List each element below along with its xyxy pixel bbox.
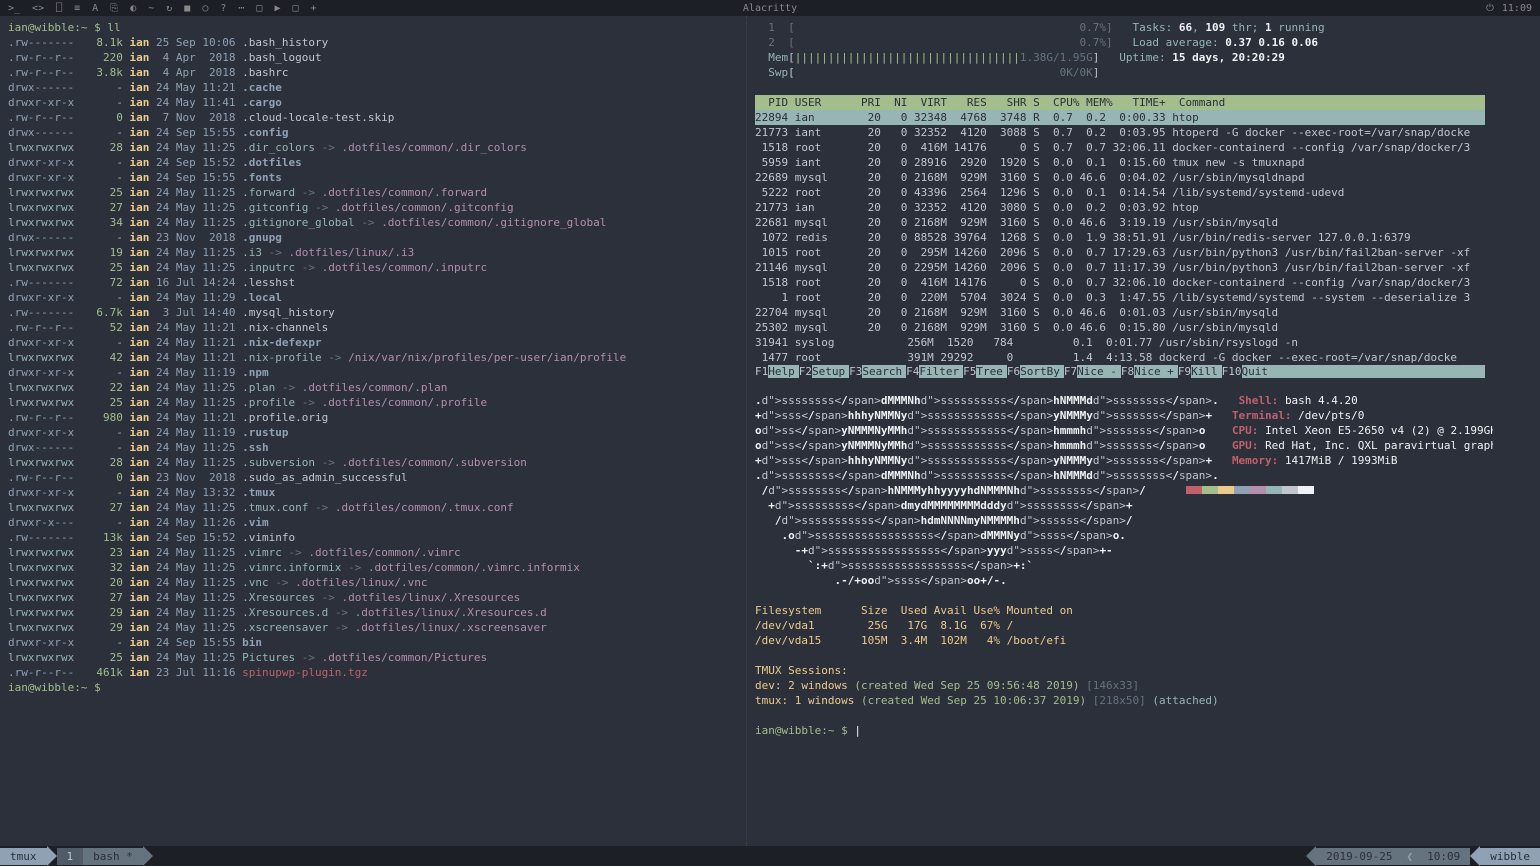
icon[interactable]: A [92, 3, 98, 14]
icon[interactable]: >_ [8, 3, 20, 14]
htop-fkeys[interactable]: F1Help F2SetupF3SearchF4FilterF5Tree F6S… [755, 365, 1485, 378]
icon[interactable]: ↻ [166, 3, 172, 14]
icon[interactable]: ~ [148, 3, 154, 14]
prompt[interactable]: ian@wibble:~ $ [755, 724, 854, 737]
df-header: Filesystem Size Used Avail Use% Mounted … [755, 603, 1485, 618]
tmux-sessions: dev: 2 windows (created Wed Sep 25 09:56… [755, 678, 1485, 708]
htop-swap: Swp[ 0K/0K] [755, 65, 1485, 80]
icon[interactable]: ○ [202, 3, 208, 14]
icon[interactable]: ▶ [274, 3, 280, 14]
icon[interactable]: ≡ [74, 3, 80, 14]
icon[interactable]: □ [292, 3, 298, 14]
htop-cpu1: 1 [ 0.7%] Tasks: 66, 109 thr; 1 running [755, 20, 1485, 35]
icon[interactable]: ■ [184, 3, 190, 14]
icon[interactable]: ⎕ [56, 3, 62, 14]
htop-process-list: 22894 ian 20 0 32348 4768 3748 R 0.7 0.2… [755, 110, 1485, 365]
clock: 11:09 [1502, 3, 1532, 14]
taskbar: >_ <> ⎕ ≡ A ⎘ ◐ ~ ↻ ■ ○ ? ⋯ □ ▶ □ + Alac… [0, 0, 1540, 16]
tmux-window-index[interactable]: 1 [57, 848, 84, 865]
icon[interactable]: + [311, 3, 317, 14]
prompt: ian@wibble:~ $ ll [8, 21, 121, 34]
terminal-pane-right[interactable]: 1 [ 0.7%] Tasks: 66, 109 thr; 1 running … [746, 16, 1493, 846]
tmux-window-name[interactable]: bash * [83, 848, 143, 865]
tmux-header: TMUX Sessions: [755, 663, 1485, 678]
icon[interactable]: <> [32, 3, 44, 14]
htop-cpu2: 2 [ 0.7%] Load average: 0.37 0.16 0.06 [755, 35, 1485, 50]
icon[interactable]: □ [256, 3, 262, 14]
tmux-date: 2019-09-25 [1316, 848, 1402, 865]
tmux-session-name[interactable]: tmux [0, 848, 47, 865]
tmux-time: 10:09 [1417, 848, 1470, 865]
htop-header: PID USER PRI NI VIRT RES SHR S CPU% MEM%… [755, 95, 1485, 110]
ls-listing: .rw------- 8.1k ian 25 Sep 10:06 .bash_h… [8, 35, 738, 680]
tmux-statusbar: tmux 1 bash * 2019-09-25 ❮ 10:09 wibble [0, 846, 1540, 866]
df-rows: /dev/vda1 25G 17G 8.1G 67% //dev/vda15 1… [755, 618, 1485, 648]
neofetch-output: .d">ssssssss</span>dMMMNhd">ssssssssss</… [755, 393, 1485, 588]
taskbar-icons: >_ <> ⎕ ≡ A ⎘ ◐ ~ ↻ ■ ○ ? ⋯ □ ▶ □ + [8, 3, 317, 14]
tmux-host: wibble [1480, 848, 1540, 865]
icon[interactable]: ◐ [130, 3, 136, 14]
window-title: Alacritty [743, 3, 797, 14]
htop-mem: Mem[||||||||||||||||||||||||||||||||||1.… [755, 50, 1485, 65]
prompt: ian@wibble:~ $ [8, 681, 101, 694]
icon[interactable]: ⎘ [110, 3, 118, 14]
power-icon[interactable]: ⏻ [1486, 3, 1494, 14]
icon[interactable]: ? [220, 3, 226, 14]
terminal-pane-left[interactable]: ian@wibble:~ $ ll .rw------- 8.1k ian 25… [0, 16, 746, 846]
icon[interactable]: ⋯ [238, 3, 244, 14]
